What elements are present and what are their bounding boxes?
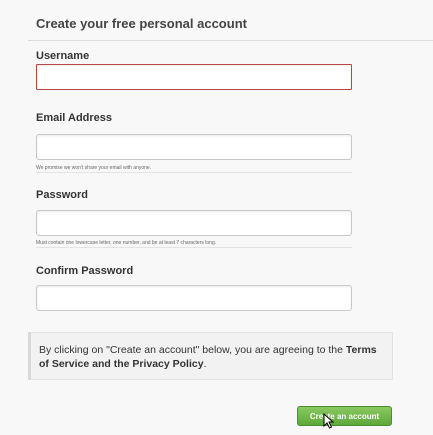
email-hint-divider xyxy=(36,172,352,173)
username-label: Username xyxy=(36,50,90,62)
username-field[interactable] xyxy=(36,64,352,90)
terms-prefix: By clicking on "Create an account" below… xyxy=(39,344,346,356)
password-hint: Must contain one lowercase letter, one n… xyxy=(36,240,217,246)
signup-form: Create your free personal account Userna… xyxy=(0,0,433,435)
password-label: Password xyxy=(36,189,88,201)
password-field[interactable] xyxy=(36,210,352,236)
create-account-button[interactable]: Create an account xyxy=(297,406,392,426)
form-title: Create your free personal account xyxy=(36,16,247,31)
title-divider xyxy=(28,40,433,41)
terms-suffix: . xyxy=(203,358,207,370)
mouse-pointer-icon xyxy=(323,413,335,429)
email-field[interactable] xyxy=(36,134,352,160)
confirm-password-label: Confirm Password xyxy=(36,265,134,277)
email-label: Email Address xyxy=(36,112,113,124)
terms-text: By clicking on "Create an account" below… xyxy=(39,343,379,371)
confirm-password-field[interactable] xyxy=(36,285,352,311)
password-hint-divider xyxy=(36,247,352,248)
email-hint: We promise we won't share your email wit… xyxy=(36,165,152,171)
terms-notice: By clicking on "Create an account" below… xyxy=(28,332,393,380)
